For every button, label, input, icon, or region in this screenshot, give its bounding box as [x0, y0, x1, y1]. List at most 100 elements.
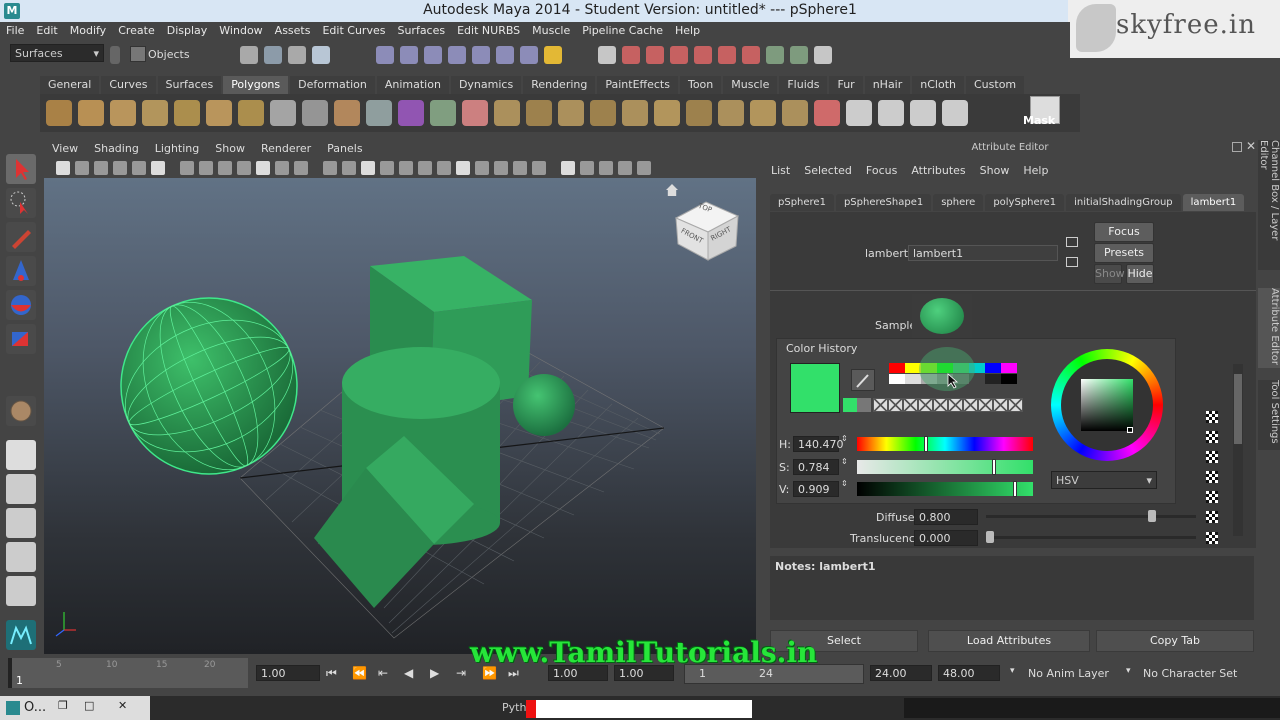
v-spin-icon[interactable]: ⇕ — [841, 479, 848, 488]
empty-swatch-icon[interactable] — [963, 398, 978, 412]
empty-swatch-icon[interactable] — [1008, 398, 1023, 412]
restore-icon[interactable]: ❐ — [58, 699, 68, 712]
status-tool-icon[interactable] — [718, 46, 736, 64]
shelf-tab-nhair[interactable]: nHair — [864, 76, 911, 94]
palette-swatch[interactable] — [985, 363, 1001, 373]
shelf-tool-icon[interactable] — [814, 100, 840, 126]
show-button[interactable]: Show — [1094, 264, 1125, 284]
chevron-down-icon[interactable]: ▾ — [1126, 666, 1131, 676]
shelf-tab-toon[interactable]: Toon — [679, 76, 722, 94]
menu-surfaces[interactable]: Surfaces — [391, 22, 451, 40]
viewport-tool-icon[interactable] — [151, 161, 165, 175]
viewport-tool-icon[interactable] — [294, 161, 308, 175]
lasso-tool-icon[interactable] — [6, 188, 36, 218]
layout-single-icon[interactable] — [6, 440, 36, 470]
menu-edit-curves[interactable]: Edit Curves — [316, 22, 391, 40]
shelf-tab-curves[interactable]: Curves — [101, 76, 156, 94]
move-tool-icon[interactable] — [6, 256, 36, 286]
viewport-tool-icon[interactable] — [380, 161, 394, 175]
shelf-tab-animation[interactable]: Animation — [376, 76, 449, 94]
map-button-icon[interactable] — [1206, 451, 1218, 463]
status-tool-icon[interactable] — [694, 46, 712, 64]
tab-channel-box[interactable]: Channel Box / Layer Editor — [1258, 140, 1280, 270]
shelf-tool-icon[interactable] — [430, 100, 456, 126]
menu-edit-nurbs[interactable]: Edit NURBS — [451, 22, 526, 40]
tab-tool-settings[interactable]: Tool Settings — [1258, 380, 1280, 450]
empty-swatch-icon[interactable] — [873, 398, 888, 412]
universal-manip-icon[interactable] — [6, 396, 36, 426]
empty-swatch-icon[interactable] — [993, 398, 1008, 412]
menu-window[interactable]: Window — [213, 22, 268, 40]
tab-initialshadinggroup[interactable]: initialShadingGroup — [1066, 194, 1181, 211]
status-tool-icon[interactable] — [288, 46, 306, 64]
viewport-tool-icon[interactable] — [532, 161, 546, 175]
shelf-tool-icon[interactable] — [718, 100, 744, 126]
shelf-tab-ncloth[interactable]: nCloth — [912, 76, 964, 94]
tab-lambert1[interactable]: lambert1 — [1182, 194, 1245, 211]
viewport-tool-icon[interactable] — [418, 161, 432, 175]
menu-edit[interactable]: Edit — [30, 22, 63, 40]
viewport-tool-icon[interactable] — [437, 161, 451, 175]
menu-muscle[interactable]: Muscle — [526, 22, 576, 40]
command-line-input[interactable] — [536, 700, 752, 718]
v-slider[interactable] — [857, 481, 1033, 497]
palette-swatch[interactable] — [889, 363, 905, 373]
shelf-tool-icon[interactable] — [910, 100, 936, 126]
small-sphere[interactable] — [513, 374, 575, 436]
shelf-tab-polygons[interactable]: Polygons — [223, 76, 289, 94]
ae-menu-selected[interactable]: Selected — [797, 162, 859, 179]
status-tool-icon[interactable] — [766, 46, 784, 64]
shelf-tool-icon[interactable] — [590, 100, 616, 126]
current-frame-field[interactable]: 1.00 — [256, 665, 320, 681]
status-tool-icon[interactable] — [400, 46, 418, 64]
shelf-tab-general[interactable]: General — [40, 76, 100, 94]
palette-swatch[interactable] — [1001, 363, 1017, 373]
layout-hypershade-icon[interactable] — [6, 576, 36, 606]
viewport-tool-icon[interactable] — [599, 161, 613, 175]
shelf-tool-icon[interactable] — [334, 100, 360, 126]
shelf-tool-icon[interactable] — [174, 100, 200, 126]
palette-swatch[interactable] — [905, 374, 921, 384]
shelf-tool-icon[interactable] — [494, 100, 520, 126]
step-back-frame-icon[interactable]: ⇤ — [378, 666, 388, 680]
status-tool-icon[interactable] — [742, 46, 760, 64]
diffuse-slider[interactable] — [986, 510, 1196, 522]
viewport-tool-icon[interactable] — [56, 161, 70, 175]
ae-menu-show[interactable]: Show — [973, 162, 1017, 179]
ae-menu-focus[interactable]: Focus — [859, 162, 904, 179]
view-cube[interactable]: TOP FRONT RIGHT — [674, 196, 740, 262]
shelf-tool-icon[interactable] — [942, 100, 968, 126]
taskbar-window[interactable]: O... ❐ □ ✕ — [0, 696, 150, 720]
anim-layer-label[interactable]: No Anim Layer — [1028, 667, 1109, 680]
shelf-tool-icon[interactable] — [366, 100, 392, 126]
status-tool-icon[interactable] — [472, 46, 490, 64]
scrollbar-thumb[interactable] — [1234, 374, 1242, 444]
status-tool-icon[interactable] — [424, 46, 442, 64]
map-button-icon[interactable] — [1206, 491, 1218, 503]
paint-tool-icon[interactable] — [6, 222, 36, 252]
focus-button[interactable]: Focus — [1094, 222, 1154, 242]
status-tool-icon[interactable] — [598, 46, 616, 64]
viewport-tool-icon[interactable] — [561, 161, 575, 175]
map-button-icon[interactable] — [1206, 532, 1218, 544]
hide-button[interactable]: Hide — [1126, 264, 1154, 284]
shelf-tool-icon[interactable] — [686, 100, 712, 126]
menu-create[interactable]: Create — [112, 22, 161, 40]
s-slider-handle[interactable] — [991, 459, 996, 475]
viewport-tool-icon[interactable] — [580, 161, 594, 175]
color-history-row[interactable] — [843, 398, 1023, 412]
close-icon[interactable]: ✕ — [118, 699, 127, 712]
objects-mode-icon[interactable] — [130, 46, 146, 62]
map-button-icon[interactable] — [1206, 431, 1218, 443]
sv-square[interactable] — [1081, 379, 1133, 431]
empty-swatch-icon[interactable] — [903, 398, 918, 412]
history-swatch[interactable] — [843, 398, 857, 412]
empty-swatch-icon[interactable] — [933, 398, 948, 412]
viewport-tool-icon[interactable] — [618, 161, 632, 175]
viewport-tool-icon[interactable] — [132, 161, 146, 175]
shelf-tool-icon[interactable] — [878, 100, 904, 126]
viewport-tool-icon[interactable] — [75, 161, 89, 175]
shelf-tab-surfaces[interactable]: Surfaces — [157, 76, 222, 94]
viewport-tool-icon[interactable] — [361, 161, 375, 175]
shelf-tab-deformation[interactable]: Deformation — [290, 76, 375, 94]
